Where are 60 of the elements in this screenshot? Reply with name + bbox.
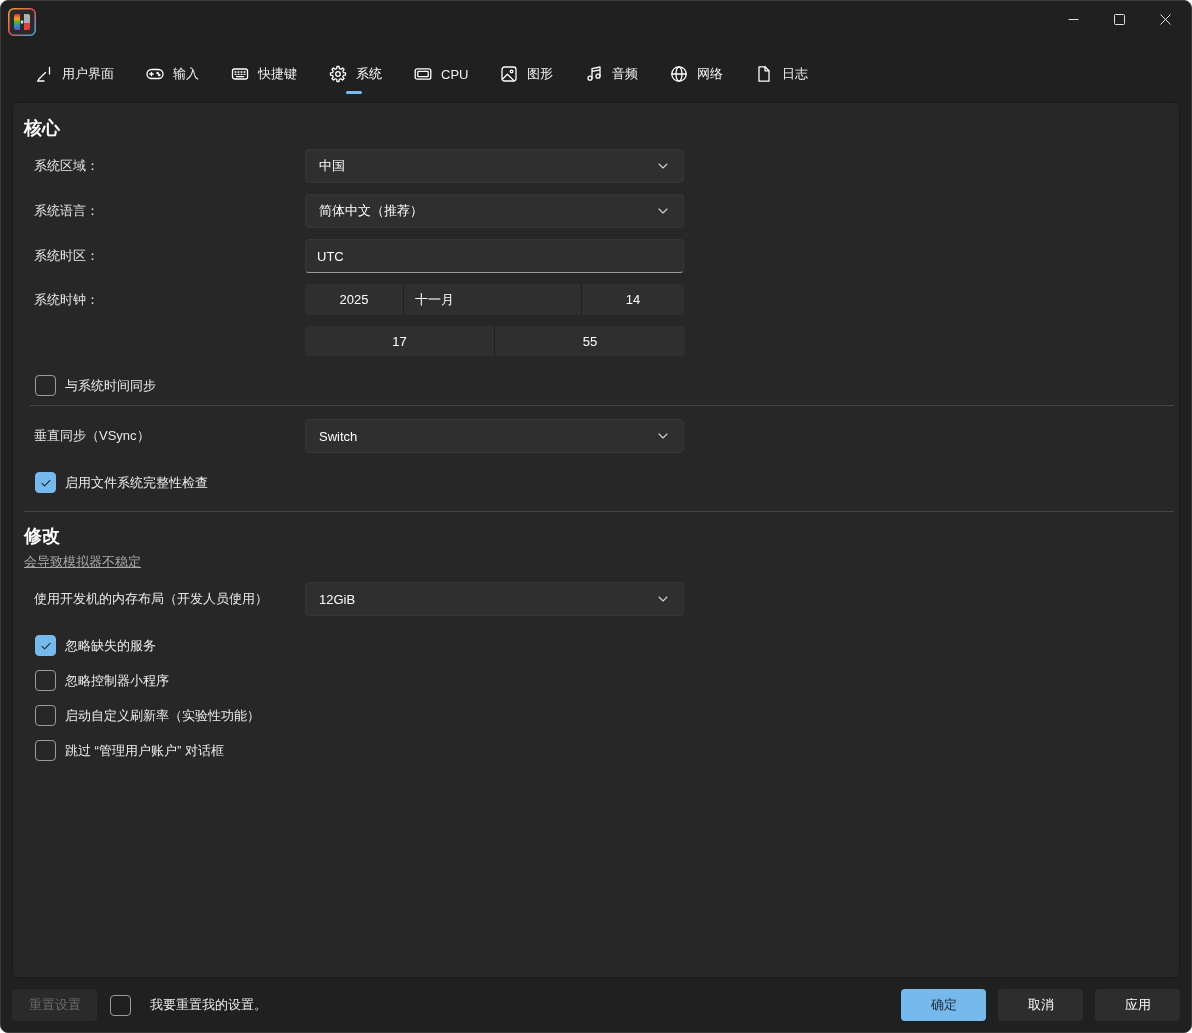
section-heading: 修改: [24, 525, 61, 548]
checkbox[interactable]: [35, 472, 56, 493]
tab[interactable]: 音频: [569, 56, 655, 96]
dropdown[interactable]: Switch: [305, 419, 684, 453]
dropdown[interactable]: 12GiB: [305, 582, 684, 616]
checkbox-label: 我要重置我的设置。: [150, 996, 267, 1014]
text-field[interactable]: UTC: [305, 239, 684, 273]
section-heading: 核心: [24, 117, 61, 140]
checkbox-label: 忽略控制器小程序: [65, 671, 169, 690]
setting-label: 系统语言：: [34, 202, 100, 220]
checkbox[interactable]: [35, 705, 56, 726]
tab[interactable]: CPU: [398, 56, 485, 96]
keyboard-icon: [231, 65, 249, 83]
chevron-down-icon: [658, 596, 668, 602]
checkbox-label: 与系统时间同步: [65, 376, 156, 395]
checkbox[interactable]: [35, 740, 56, 761]
setting-label: 系统区域：: [34, 157, 100, 175]
checkbox[interactable]: [35, 670, 56, 691]
checkbox-label: 启用文件系统完整性检查: [65, 473, 208, 492]
close-icon[interactable]: [1159, 13, 1171, 25]
tab[interactable]: 快捷键: [215, 56, 313, 96]
tab[interactable]: 输入: [130, 56, 215, 96]
checkbox[interactable]: [35, 635, 56, 656]
chip-icon: [414, 65, 432, 83]
tab[interactable]: 网络: [654, 56, 740, 96]
checkbox[interactable]: [35, 375, 56, 396]
app-logo: [8, 8, 36, 36]
tab[interactable]: 系统: [313, 56, 398, 96]
chevron-down-icon: [658, 433, 668, 439]
time-segment[interactable]: 17: [305, 326, 495, 356]
music-note-icon: [585, 65, 604, 83]
date-segment[interactable]: 十一月: [404, 284, 582, 315]
dropdown[interactable]: 简体中文（推荐）: [305, 194, 684, 228]
image-icon: [500, 65, 519, 83]
globe-icon: [670, 65, 689, 83]
checkbox-label: 启动自定义刷新率（实验性功能）: [65, 706, 260, 725]
brush-stroke-icon: [35, 65, 53, 83]
date-segment[interactable]: 14: [582, 284, 684, 315]
settings-icon: [329, 65, 347, 83]
checkbox-label: 忽略缺失的服务: [65, 636, 156, 655]
setting-label: 系统时区：: [34, 247, 100, 265]
checkbox[interactable]: [110, 994, 131, 1016]
checkbox-label: 跳过 “管理用户账户” 对话框: [65, 741, 224, 760]
setting-label: 垂直同步（VSync）: [34, 427, 151, 445]
cancel-button[interactable]: 取消: [998, 989, 1083, 1021]
setting-label: 使用开发机的内存布局（开发人员使用）: [34, 590, 269, 608]
apply-button[interactable]: 应用: [1095, 989, 1180, 1021]
warning-text: 会导致模拟器不稳定: [24, 554, 141, 570]
maximize-icon[interactable]: [1113, 13, 1125, 25]
tab[interactable]: 图形: [484, 56, 570, 96]
setting-label: 系统时钟：: [34, 290, 100, 309]
chevron-down-icon: [658, 163, 668, 169]
selection-indicator: [345, 91, 362, 94]
time-segment[interactable]: 55: [495, 326, 685, 356]
tab[interactable]: 日志: [739, 56, 825, 96]
chevron-down-icon: [658, 208, 668, 214]
confirm-button[interactable]: 确定: [901, 989, 986, 1021]
date-segment[interactable]: 2025: [305, 284, 404, 315]
dropdown[interactable]: 中国: [305, 149, 684, 183]
tab[interactable]: 用户界面: [19, 56, 130, 96]
